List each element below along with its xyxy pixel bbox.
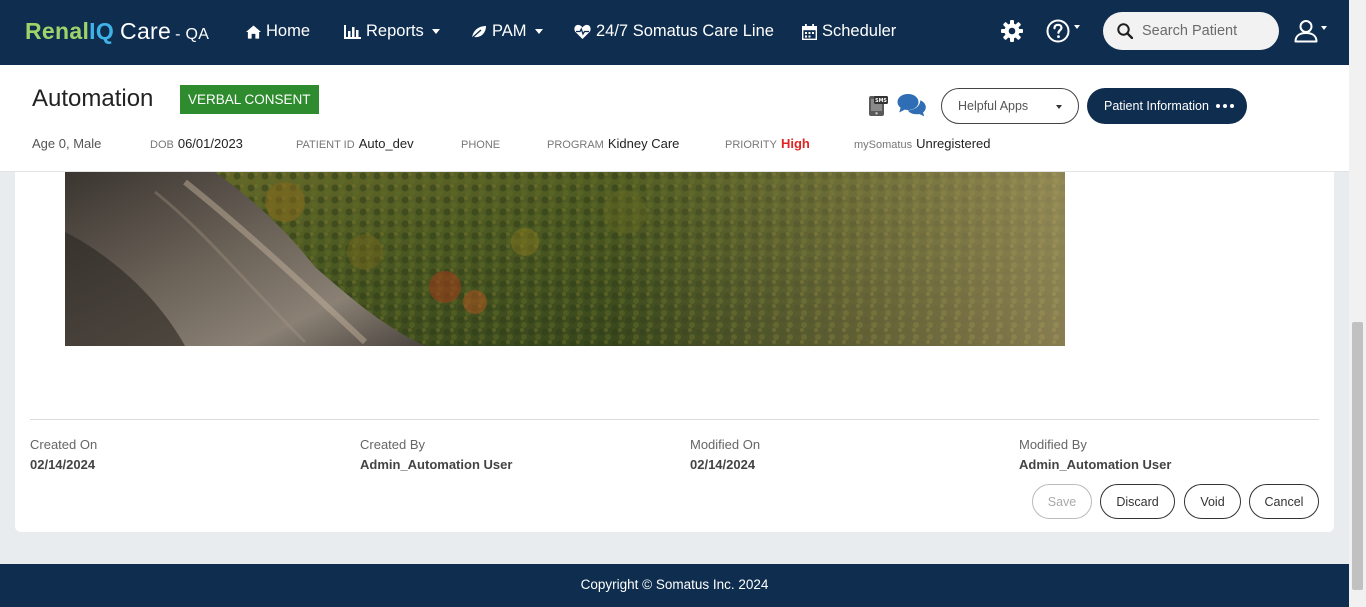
chevron-down-icon [1056, 105, 1062, 109]
nav-reports-label: Reports [366, 22, 424, 40]
search-input[interactable] [1142, 23, 1272, 39]
helpful-apps-label: Helpful Apps [958, 99, 1029, 113]
meta-mysomatus: mySomatus Unregistered [854, 136, 991, 151]
footer: Copyright © Somatus Inc. 2024 [0, 564, 1349, 607]
chevron-down-icon [431, 29, 440, 34]
divider [30, 419, 1319, 420]
meta-program: PROGRAM Kidney Care [547, 136, 680, 151]
svg-text:SMS: SMS [875, 98, 887, 104]
patient-name: Automation [32, 85, 154, 112]
nav-reports[interactable]: Reports [344, 22, 440, 41]
created-by-value: Admin_Automation User [360, 457, 513, 472]
patient-header: Automation VERBAL CONSENT SMS Helpful Ap… [0, 65, 1349, 172]
discard-button[interactable]: Discard [1100, 484, 1175, 519]
sms-phone-icon: SMS [869, 96, 888, 116]
meta-dob: DOB 06/01/2023 [150, 136, 243, 151]
chevron-down-icon [534, 29, 543, 34]
save-button[interactable]: Save [1032, 484, 1092, 519]
meta-phone: PHONE [461, 139, 501, 151]
nav-scheduler-label: Scheduler [822, 22, 897, 40]
created-by: Created By Admin_Automation User [360, 437, 512, 472]
created-on: Created On 02/14/2024 [30, 437, 97, 472]
landscape-image [65, 172, 1065, 346]
meta-priority: PRIORITY High [725, 136, 810, 151]
modified-on-label: Modified On [690, 437, 761, 452]
chevron-down-icon [1074, 25, 1080, 29]
nav-pam-label: PAM [492, 22, 527, 40]
landscape-photo [65, 172, 1065, 346]
meta-patient-id: PATIENT ID Auto_dev [296, 136, 414, 151]
modified-by-label: Modified By [1019, 437, 1087, 452]
patient-information-label: Patient Information [1104, 99, 1209, 113]
chevron-down-icon [1321, 26, 1327, 30]
created-on-label: Created On [30, 437, 98, 452]
brand-iq: IQ [89, 18, 115, 44]
modified-by-value: Admin_Automation User [1019, 457, 1172, 472]
helpful-apps-dropdown[interactable]: Helpful Apps [941, 88, 1079, 124]
help-button[interactable] [1046, 19, 1080, 43]
page-scrollbar[interactable] [1349, 0, 1366, 607]
home-icon [246, 24, 261, 39]
gear-icon [1001, 20, 1023, 42]
user-menu-button[interactable] [1293, 18, 1327, 44]
bar-chart-icon [344, 24, 361, 39]
brand-renal: Renal [25, 18, 90, 44]
ellipsis-icon [1215, 104, 1234, 108]
scrollbar-thumb[interactable] [1352, 322, 1363, 590]
brand-logo[interactable]: RenalIQ Care - QA [25, 18, 209, 45]
user-icon [1294, 20, 1318, 43]
brand-care: Care [120, 18, 172, 44]
search-icon [1117, 23, 1133, 39]
nav-pam[interactable]: PAM [471, 22, 543, 41]
cancel-button[interactable]: Cancel [1249, 484, 1319, 519]
nav-home-label: Home [266, 22, 311, 40]
patient-search[interactable] [1103, 12, 1279, 50]
top-navbar: RenalIQ Care - QA Home Reports PAM 24/7 So… [0, 0, 1349, 65]
nav-home[interactable]: Home [246, 22, 310, 41]
meta-age-sex: Age 0, Male [32, 136, 102, 151]
settings-button[interactable] [1001, 20, 1023, 42]
void-button[interactable]: Void [1184, 484, 1241, 519]
nav-scheduler[interactable]: Scheduler [802, 22, 896, 41]
leaf-icon [471, 25, 486, 38]
nav-care-line[interactable]: 24/7 Somatus Care Line [574, 22, 774, 41]
copyright-text: Copyright © Somatus Inc. 2024 [580, 577, 769, 592]
help-icon [1046, 19, 1070, 43]
modified-by: Modified By Admin_Automation User [1019, 437, 1171, 472]
consent-badge: VERBAL CONSENT [180, 85, 319, 114]
comments-icon [897, 94, 926, 117]
chat-button[interactable] [897, 93, 927, 122]
created-by-label: Created By [360, 437, 426, 452]
nav-care-line-label: 24/7 Somatus Care Line [596, 22, 774, 40]
created-on-value: 02/14/2024 [30, 457, 96, 472]
patient-information-button[interactable]: Patient Information [1087, 88, 1247, 124]
modified-on: Modified On 02/14/2024 [690, 437, 760, 472]
brand-env: - QA [175, 26, 210, 43]
sms-button[interactable]: SMS [868, 95, 889, 122]
note-content-card: Created On 02/14/2024 Created By Admin_A… [15, 172, 1334, 532]
calendar-icon [802, 23, 817, 40]
heartbeat-icon [574, 24, 591, 39]
modified-on-value: 02/14/2024 [690, 457, 756, 472]
